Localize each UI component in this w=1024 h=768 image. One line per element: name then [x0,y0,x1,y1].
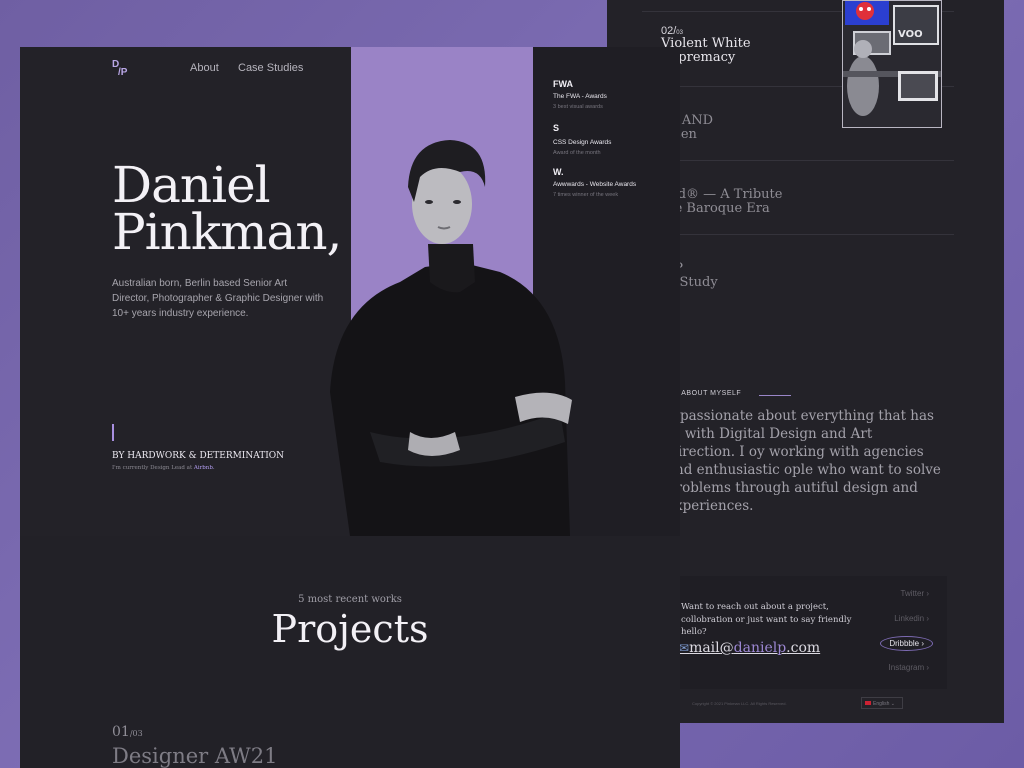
nav-about[interactable]: About [190,62,219,74]
site-logo[interactable]: D /P [112,60,127,78]
social-link-linkedin[interactable]: Linkedin › [894,614,929,623]
nav-case-studies[interactable]: Case Studies [238,62,303,74]
award-subtitle: 3 best visual awards [553,104,603,110]
about-section-label: E ABOUT MYSELF [674,390,742,397]
company-link[interactable]: Airbnb. [194,465,215,471]
language-selector[interactable]: English ⌄ [861,697,903,709]
front-page-panel: D /P About Case Studies Daniel Pinkman, … [20,47,680,768]
envelope-icon: ✉ [679,641,690,655]
language-label: English [873,701,890,707]
email-link[interactable]: ✉mail@danielp.com [679,640,820,656]
divider [642,160,954,161]
project-title[interactable]: Designer AW21 [112,744,278,768]
hero-bio: Australian born, Berlin based Senior Art… [112,278,324,319]
accent-bar [112,424,114,441]
projects-subtitle: 5 most recent works [298,594,402,605]
contact-card: Want to reach out about a project, collo… [671,576,947,689]
email-domain: danielp [733,640,787,656]
projects-heading: Projects [271,607,429,651]
project-number: 01/03 [112,724,143,740]
workspace-photo-illustration: VOO [843,1,941,127]
social-link-instagram[interactable]: Instagram › [889,663,929,672]
copyright-text: Copyright © 2021 Pinkman LLC. All Rights… [692,701,787,706]
fwa-logo-icon: FWA [553,79,573,89]
hero-current-role: I'm currently Design Lead at Airbnb. [112,465,215,471]
project-thumbnail-image[interactable]: VOO [842,0,942,128]
hero-tagline: BY HARDWORK & DETERMINATION [112,451,285,461]
hero-name: Daniel Pinkman, [112,156,342,261]
hero-name-line1: Daniel [112,156,271,214]
contact-question: Want to reach out about a project, collo… [681,602,852,637]
email-prefix: mail@ [689,640,734,656]
award-title: The FWA - Awards [553,93,607,100]
email-suffix: .com [786,640,821,656]
portrait-photo [330,140,572,536]
social-link-dribbble[interactable]: Dribbble › [880,636,933,651]
chevron-down-icon: ⌄ [890,701,895,707]
flag-icon [865,701,871,705]
svg-text:VOO: VOO [898,29,923,40]
social-link-twitter[interactable]: Twitter › [901,589,929,598]
hero-name-line2: Pinkman, [112,203,342,261]
divider [642,234,954,235]
about-paragraph: n passionate about everything that has t… [667,408,941,514]
label-underline [759,395,791,396]
